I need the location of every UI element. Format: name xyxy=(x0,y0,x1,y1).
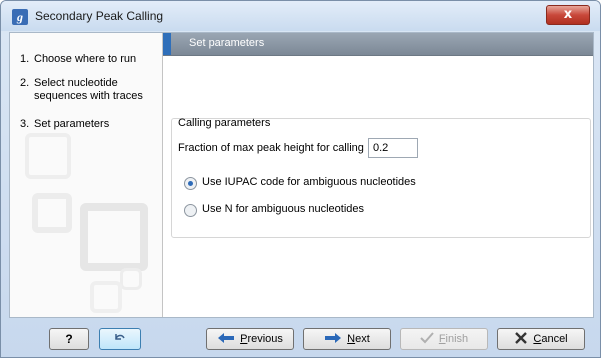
finish-label: inish xyxy=(445,333,469,345)
title-bar[interactable]: g Secondary Peak Calling x xyxy=(1,1,600,31)
finish-mnemonic: F xyxy=(438,333,446,345)
next-label: ext xyxy=(355,333,370,345)
header-accent xyxy=(163,33,171,55)
next-button[interactable]: Next xyxy=(303,328,391,350)
help-icon: ? xyxy=(65,332,73,346)
x-cancel-icon xyxy=(514,331,528,347)
close-icon: x xyxy=(563,7,573,22)
step-number: 3. xyxy=(20,118,30,130)
step-label: Set parameters xyxy=(34,118,110,130)
watermark-square xyxy=(80,203,148,271)
help-button[interactable]: ? xyxy=(49,328,89,350)
calling-parameters-group: Calling parameters Fraction of max peak … xyxy=(171,117,591,238)
fraction-input[interactable]: 0.2 xyxy=(368,138,418,158)
arrow-right-icon xyxy=(324,332,342,346)
watermark-square xyxy=(90,281,122,313)
step-label: Choose where to run xyxy=(34,53,137,65)
wizard-steps-sidebar: 1. Choose where to run 2. Select nucleotid… xyxy=(10,33,163,317)
step-select-sequences: 2. Select nucleotide sequences with trace… xyxy=(20,77,160,103)
step-number: 2. xyxy=(20,77,30,89)
step-label: Select nucleotide sequences with traces xyxy=(34,77,143,102)
previous-label: revious xyxy=(247,333,283,345)
watermark-square xyxy=(120,268,142,290)
step-set-parameters: 3. Set parameters xyxy=(20,118,160,131)
close-button[interactable]: x xyxy=(546,5,590,25)
dialog-window: g Secondary Peak Calling x 1. Choose wher… xyxy=(0,0,601,358)
panel-header: Set parameters xyxy=(163,33,593,56)
app-logo-icon: g xyxy=(12,9,28,25)
radio-n-label[interactable]: Use N for ambiguous nucleotides xyxy=(202,203,364,215)
window-title: Secondary Peak Calling xyxy=(35,9,164,23)
arrow-left-icon xyxy=(217,332,235,346)
cancel-label: ancel xyxy=(541,333,568,345)
previous-button[interactable]: Previous xyxy=(206,328,294,350)
radio-iupac[interactable] xyxy=(184,177,197,190)
cancel-button[interactable]: Cancel xyxy=(497,328,585,350)
restore-defaults-icon xyxy=(113,331,127,347)
radio-n[interactable] xyxy=(184,204,197,217)
checkmark-icon xyxy=(420,332,434,346)
parameters-panel: Calling parameters Fraction of max peak … xyxy=(163,56,593,317)
watermark-square xyxy=(25,133,71,179)
restore-defaults-button[interactable] xyxy=(99,328,141,350)
next-mnemonic: N xyxy=(347,333,356,345)
finish-button[interactable]: Finish xyxy=(400,328,488,350)
radio-iupac-label[interactable]: Use IUPAC code for ambiguous nucleotides xyxy=(202,176,416,188)
step-number: 1. xyxy=(20,53,30,65)
dialog-body: 1. Choose where to run 2. Select nucleotid… xyxy=(9,32,594,318)
panel-header-title: Set parameters xyxy=(189,37,265,49)
step-choose-where-to-run: 1. Choose where to run xyxy=(20,53,160,66)
watermark-square xyxy=(32,193,72,233)
group-title: Calling parameters xyxy=(178,117,271,129)
fraction-label: Fraction of max peak height for calling xyxy=(178,142,364,154)
